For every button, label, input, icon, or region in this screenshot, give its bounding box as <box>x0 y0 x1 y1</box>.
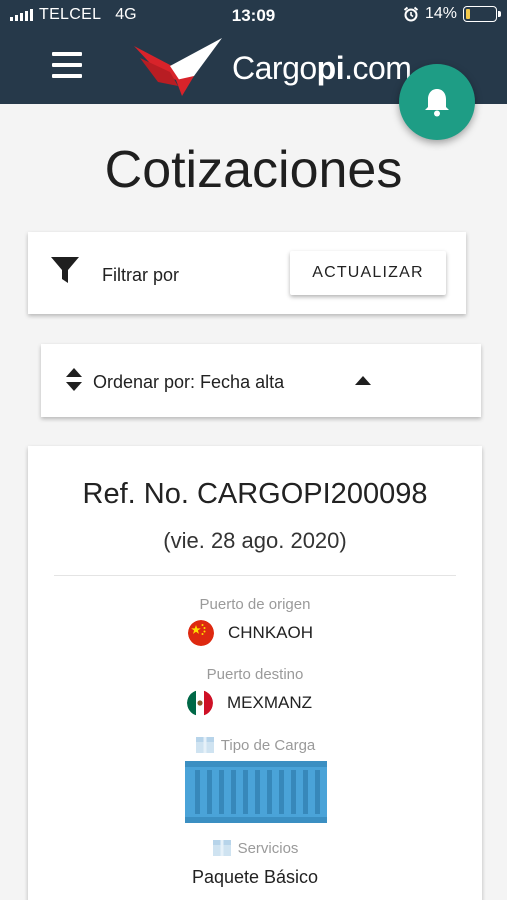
refresh-button[interactable]: ACTUALIZAR <box>290 251 446 295</box>
sort-card[interactable]: Ordenar por: Fecha alta <box>41 344 481 417</box>
services-label: Servicios <box>28 839 482 857</box>
battery-percent: 14% <box>424 5 457 22</box>
origin-port-label: Puerto de origen <box>199 596 311 613</box>
quote-card[interactable]: Ref. No. CARGOPI200098 (vie. 28 ago. 202… <box>28 446 482 900</box>
bell-icon <box>425 89 449 117</box>
divider <box>54 575 456 576</box>
cargopi-logo[interactable]: Cargopi.com <box>132 36 412 100</box>
caret-up-icon[interactable] <box>354 375 372 386</box>
box-icon <box>195 737 214 753</box>
battery-icon <box>463 6 501 22</box>
filter-icon[interactable] <box>50 254 80 286</box>
destination-port: MEXMANZ <box>187 690 312 716</box>
shipping-container-icon <box>185 761 327 823</box>
origin-port: CHNKAOH <box>188 620 313 646</box>
origin-port-code: CHNKAOH <box>228 623 314 642</box>
box-icon <box>212 840 231 856</box>
cargo-type-label: Tipo de Carga <box>28 736 482 754</box>
filter-label[interactable]: Filtrar por <box>102 265 179 286</box>
bird-logo-icon <box>134 38 222 96</box>
mexico-flag-icon <box>187 690 213 716</box>
page-title: Cotizaciones <box>104 141 403 199</box>
sort-icon <box>66 368 82 391</box>
china-flag-icon <box>188 620 214 646</box>
sort-label: Ordenar por: Fecha alta <box>93 372 285 392</box>
status-right: 14% <box>403 5 501 23</box>
logo-wordmark: Cargopi.com <box>232 49 412 86</box>
quote-date: (vie. 28 ago. 2020) <box>163 528 347 553</box>
destination-port-code: MEXMANZ <box>227 693 312 712</box>
notifications-button[interactable] <box>399 64 475 140</box>
battery-level <box>466 9 470 19</box>
reference-number: Ref. No. CARGOPI200098 <box>82 478 428 510</box>
filter-card: Filtrar por ACTUALIZAR <box>28 232 466 314</box>
hamburger-menu-icon[interactable] <box>52 52 82 78</box>
destination-port-label: Puerto destino <box>206 666 304 683</box>
services-value: Paquete Básico <box>191 867 319 887</box>
alarm-icon <box>403 6 419 22</box>
status-bar: TELCEL 4G 13:09 14% <box>0 0 507 30</box>
